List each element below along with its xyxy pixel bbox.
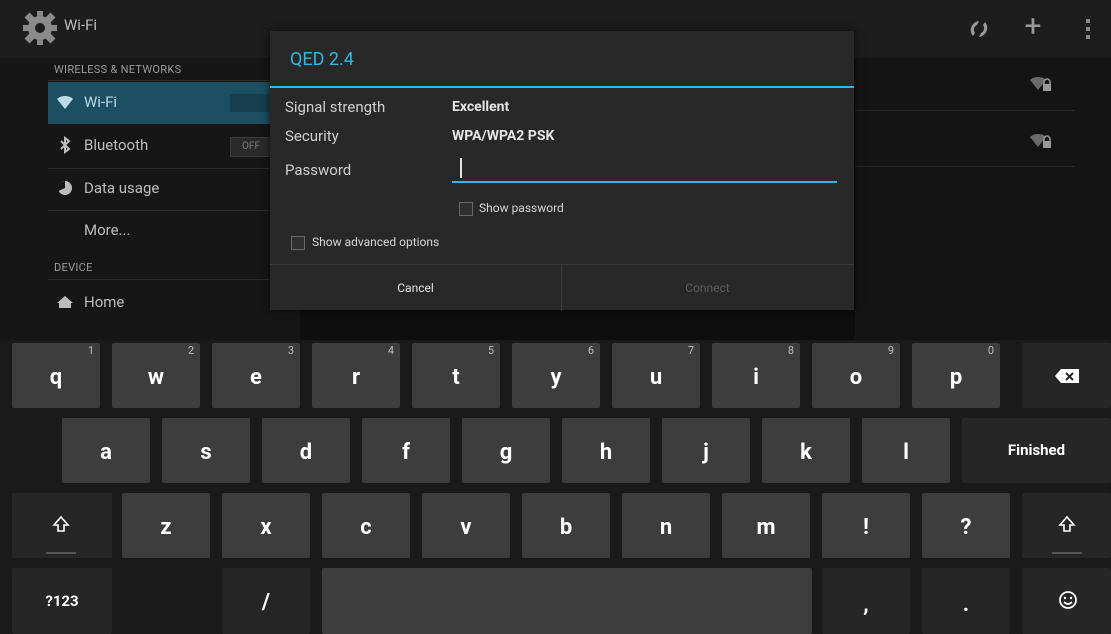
key-q[interactable]: 1q: [12, 343, 100, 408]
home-icon: [57, 296, 73, 308]
settings-item-data-usage[interactable]: Data usage: [48, 168, 290, 210]
emoji-key[interactable]: [1022, 568, 1111, 634]
dialog-divider: [270, 86, 854, 88]
backspace-key[interactable]: [1022, 343, 1111, 408]
show-password-label[interactable]: Show password: [479, 201, 564, 215]
settings-item-label: Wi-Fi: [84, 93, 118, 111]
section-header-wireless: WIRELESS & NETWORKS: [54, 63, 182, 76]
wifi-connect-dialog: QED 2.4 Signal strength Excellent Securi…: [270, 31, 854, 311]
password-label: Password: [285, 161, 352, 179]
dialog-title: QED 2.4: [290, 49, 354, 70]
signal-strength-value: Excellent: [452, 99, 510, 115]
show-advanced-options-label[interactable]: Show advanced options: [312, 235, 439, 249]
key-p[interactable]: 0p: [912, 343, 1000, 408]
key-h[interactable]: h: [562, 418, 650, 483]
overflow-menu-icon[interactable]: [1084, 18, 1092, 40]
symbols-key[interactable]: ?123: [12, 568, 112, 634]
secured-wifi-icon: [1030, 134, 1051, 148]
key-l[interactable]: l: [862, 418, 950, 483]
shift-key-right[interactable]: [1022, 493, 1111, 558]
key-e[interactable]: 3e: [212, 343, 300, 408]
wifi-icon: [57, 96, 73, 109]
cancel-button[interactable]: Cancel: [270, 265, 562, 311]
key-x[interactable]: x: [222, 493, 310, 558]
key-g[interactable]: g: [462, 418, 550, 483]
key-t[interactable]: 5t: [412, 343, 500, 408]
key-comma[interactable]: ,: [822, 568, 910, 634]
key-o[interactable]: 9o: [812, 343, 900, 408]
security-label: Security: [285, 127, 339, 145]
key-y[interactable]: 6y: [512, 343, 600, 408]
key-k[interactable]: k: [762, 418, 850, 483]
settings-item-label: Data usage: [84, 179, 160, 197]
settings-item-label: Home: [84, 293, 125, 311]
action-bar-title: Wi-Fi: [64, 16, 98, 34]
settings-item-more[interactable]: More...: [48, 210, 290, 252]
show-password-checkbox[interactable]: [459, 202, 473, 216]
key-u[interactable]: 7u: [612, 343, 700, 408]
key-d[interactable]: d: [262, 418, 350, 483]
smiley-icon: [1059, 591, 1077, 609]
settings-item-wifi[interactable]: Wi-Fi: [48, 82, 290, 124]
key-slash[interactable]: /: [222, 568, 310, 634]
key-exclamation[interactable]: !: [822, 493, 910, 558]
space-key[interactable]: [322, 568, 812, 634]
shift-icon: [1058, 515, 1076, 532]
dialog-button-bar: Cancel Connect: [270, 264, 854, 311]
key-s[interactable]: s: [162, 418, 250, 483]
settings-gear-icon[interactable]: [20, 8, 60, 48]
section-header-device: DEVICE: [54, 261, 93, 274]
backspace-icon: [1055, 369, 1079, 383]
key-b[interactable]: b: [522, 493, 610, 558]
settings-item-bluetooth[interactable]: Bluetooth OFF: [48, 125, 290, 167]
soft-keyboard: 1q 2w 3e 4r 5t 6y 7u 8i 9o 0p a s d f g …: [0, 340, 1111, 634]
bluetooth-icon: [60, 136, 71, 154]
key-c[interactable]: c: [322, 493, 410, 558]
settings-item-label: More...: [84, 221, 131, 239]
key-f[interactable]: f: [362, 418, 450, 483]
text-cursor: [460, 158, 462, 178]
bluetooth-toggle[interactable]: OFF: [230, 137, 272, 157]
signal-strength-label: Signal strength: [285, 98, 386, 116]
settings-list: WIRELESS & NETWORKS Wi-Fi Bluetooth OFF …: [0, 58, 300, 340]
key-m[interactable]: m: [722, 493, 810, 558]
settings-item-label: Bluetooth: [84, 136, 149, 154]
connect-button[interactable]: Connect: [562, 265, 853, 311]
key-r[interactable]: 4r: [312, 343, 400, 408]
show-advanced-options-checkbox[interactable]: [291, 236, 305, 250]
add-network-icon[interactable]: +: [1019, 12, 1047, 42]
key-question[interactable]: ?: [922, 493, 1010, 558]
data-usage-icon: [57, 180, 72, 195]
key-period[interactable]: .: [922, 568, 1010, 634]
key-i[interactable]: 8i: [712, 343, 800, 408]
shift-key-left[interactable]: [12, 493, 112, 558]
password-input[interactable]: [452, 153, 837, 183]
security-value: WPA/WPA2 PSK: [452, 128, 555, 144]
wps-icon[interactable]: [966, 16, 992, 42]
finished-key[interactable]: Finished: [962, 418, 1111, 483]
key-z[interactable]: z: [122, 493, 210, 558]
key-j[interactable]: j: [662, 418, 750, 483]
key-n[interactable]: n: [622, 493, 710, 558]
network-list: [855, 58, 1111, 340]
settings-item-home[interactable]: Home: [48, 282, 290, 324]
shift-icon: [52, 515, 70, 532]
key-v[interactable]: v: [422, 493, 510, 558]
key-w[interactable]: 2w: [112, 343, 200, 408]
secured-wifi-icon: [1030, 77, 1051, 91]
key-a[interactable]: a: [62, 418, 150, 483]
